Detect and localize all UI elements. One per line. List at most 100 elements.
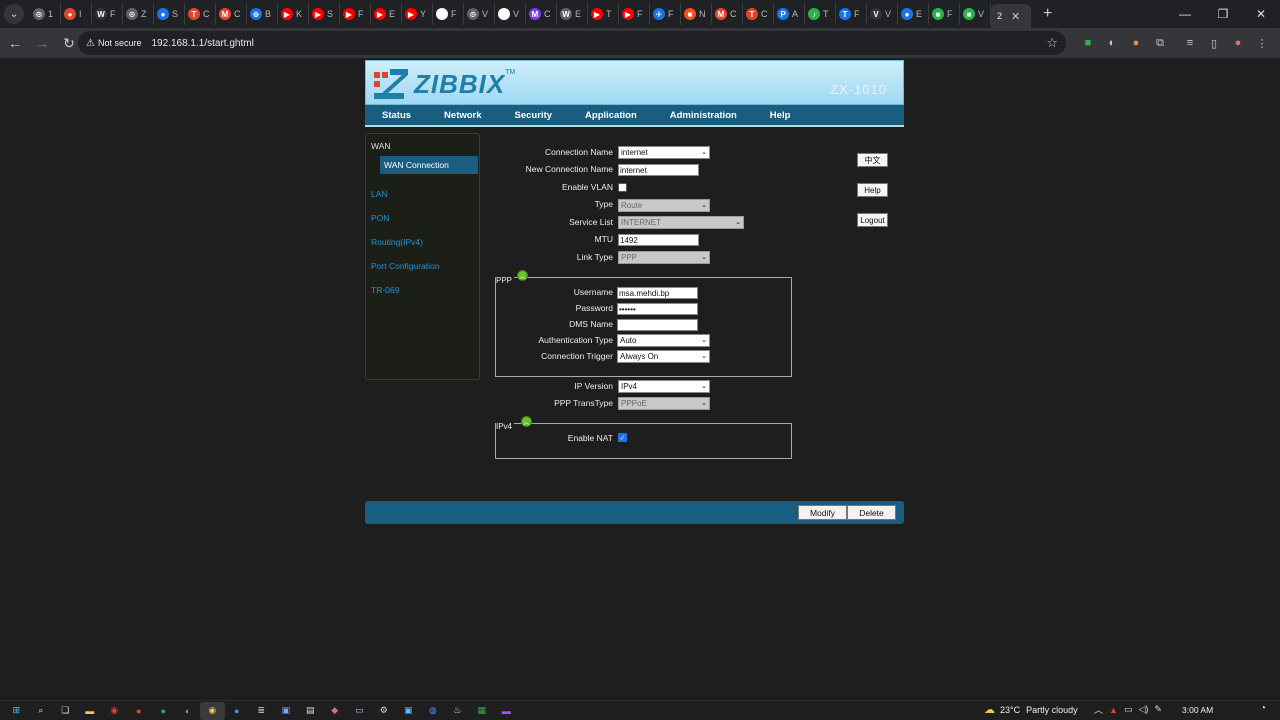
sidebar-item-pon[interactable]: PON [371,213,389,223]
tab-search-icon[interactable]: ⌄ [4,4,24,24]
spotify-icon[interactable]: ● [151,702,176,720]
link-type-select[interactable]: PPP ⌄ [618,251,710,264]
browser-tab[interactable]: GF [433,3,464,25]
settings-icon[interactable]: ⚙ [372,702,397,720]
help-button[interactable]: Help [857,183,888,197]
profile-avatar[interactable]: ● [1226,31,1250,55]
sidebar-item-tr069[interactable]: TR-069 [371,285,399,295]
sidebar-item-lan[interactable]: LAN [371,189,388,199]
browser-tab[interactable]: ▶ E [371,3,402,25]
browser-tab[interactable]: ● S [154,3,185,25]
password-input[interactable]: •••••• [617,303,698,315]
menu-network[interactable]: Network [444,110,481,121]
close-window-icon[interactable]: ✕ [1242,0,1280,28]
chrome-icon[interactable]: ◉ [200,701,225,720]
image-viewer-icon[interactable]: ▤ [298,702,323,720]
keyboard-icon[interactable]: ▭ [347,702,372,720]
connection-trigger-select[interactable]: Always On ⌄ [617,350,710,363]
menu-administration[interactable]: Administration [670,110,737,121]
bookmark-star-icon[interactable]: ☆ [1046,35,1058,51]
browser-tab[interactable]: MC [216,3,247,25]
browser-menu-icon[interactable]: ⋮ [1250,31,1274,55]
tab-close-icon[interactable]: ✕ [1011,10,1020,23]
delete-button[interactable]: Delete [847,505,896,520]
menu-help[interactable]: Help [770,110,791,121]
notes-icon[interactable]: ▦ [470,702,495,720]
browser-tab[interactable]: TC [743,3,774,25]
globe-icon[interactable]: ● [225,702,250,720]
type-select[interactable]: Route ⌄ [618,199,710,212]
graph-app-icon[interactable]: ♨ [445,702,470,720]
browser-tab[interactable]: ⊙ V [464,3,495,25]
browser-tab[interactable]: PA [774,3,805,25]
file-explorer-icon[interactable]: ▬ [78,702,103,720]
browser-tab[interactable]: TC [185,3,216,25]
weather-widget[interactable]: ☁ 23°C Partly cloudy [984,703,1078,716]
browser-tab[interactable]: ♪ T [805,3,836,25]
media-control-icon[interactable]: ≡ [1178,31,1202,55]
browser-tab[interactable]: ■ V [960,3,991,25]
tray-app-icon[interactable]: ▲ [1109,705,1118,715]
browser-tab[interactable]: WF [92,3,123,25]
side-panel-icon[interactable]: ▯ [1202,31,1226,55]
browser-tab[interactable]: WE [557,3,588,25]
browser-tab[interactable]: ■ F [929,3,960,25]
browser-tab[interactable]: ▶ S [309,3,340,25]
sidebar-section-wan[interactable]: WAN [371,141,391,151]
modify-button[interactable]: Modify [798,505,847,520]
sidebar-item-port-configuration[interactable]: Port Configuration [371,261,440,271]
browser-tab[interactable]: ▶ Y [402,3,433,25]
menu-status[interactable]: Status [382,110,411,121]
restore-icon[interactable]: ❐ [1204,0,1242,28]
auth-type-select[interactable]: Auto ⌄ [617,334,710,347]
ppp-transtype-select[interactable]: PPPoE ⌄ [618,397,710,410]
ip-version-select[interactable]: IPv4 ⌄ [618,380,710,393]
browser-tab[interactable]: ⊙ Z [123,3,154,25]
forward-icon[interactable]: → [30,31,54,55]
browser-tab[interactable]: ▶ K [278,3,309,25]
sidebar-item-routing[interactable]: Routing(IPv4) [371,237,423,247]
app-list-icon[interactable]: ≣ [249,702,274,720]
sidebar-item-wan-connection[interactable]: WAN Connection [380,156,478,174]
media-player-icon[interactable]: ◉ [102,702,127,720]
enable-nat-checkbox[interactable]: ✓ [618,433,627,442]
new-connection-name-input[interactable]: internet [618,164,699,176]
search-icon[interactable]: ⌕ [29,702,54,720]
browser-tab[interactable]: ■ N [681,3,712,25]
browser-tab[interactable]: VV [867,3,898,25]
notification-icon[interactable]: ◔ [1260,703,1266,714]
url-text[interactable]: 192.168.1.1/start.ghtml [152,38,254,49]
extension-green-icon[interactable]: ■ [1076,31,1100,55]
collapse-ppp-icon[interactable]: ︿ [517,270,528,281]
enable-vlan-checkbox[interactable] [618,183,627,192]
extensions-puzzle-icon[interactable]: ⧉ [1148,31,1172,55]
clock[interactable]: 3:00 AM [1182,705,1213,715]
browser-tab[interactable]: ✈ F [650,3,681,25]
back-icon[interactable]: ← [3,31,27,55]
record-icon[interactable]: ● [127,702,152,720]
browser-tab[interactable]: MC [712,3,743,25]
security-indicator[interactable]: ⚠ Not secure [86,38,142,49]
browser-tab[interactable]: aV [495,3,526,25]
menu-security[interactable]: Security [515,110,553,121]
mtu-input[interactable]: 1492 [618,234,699,246]
dms-name-input[interactable] [617,319,698,331]
monitor-icon[interactable]: ▣ [396,702,421,720]
browser-tab[interactable]: ● E [898,3,929,25]
browser-tab[interactable]: ▶ F [619,3,650,25]
browser-tab[interactable]: ▶ T [588,3,619,25]
collapse-ipv4-icon[interactable]: ︿ [521,416,532,427]
pen-icon[interactable]: ✎ [1154,704,1162,715]
browser-tab[interactable]: MC [526,3,557,25]
minimize-icon[interactable]: — [1166,0,1204,28]
start-icon[interactable]: ⊞ [4,702,29,720]
extension-moon-icon[interactable]: ◐ [1100,31,1124,55]
purple-app-icon[interactable]: ▬ [494,702,519,720]
new-tab-icon[interactable]: + [1043,5,1052,23]
task-view-icon[interactable]: ❏ [53,702,78,720]
network-app-icon[interactable]: ◍ [421,702,446,720]
browser-tab[interactable]: TF [836,3,867,25]
browser-tab[interactable]: ● I [61,3,92,25]
browser-tab[interactable]: ⊕ B [247,3,278,25]
volume-icon[interactable]: ◁) [1138,704,1148,715]
